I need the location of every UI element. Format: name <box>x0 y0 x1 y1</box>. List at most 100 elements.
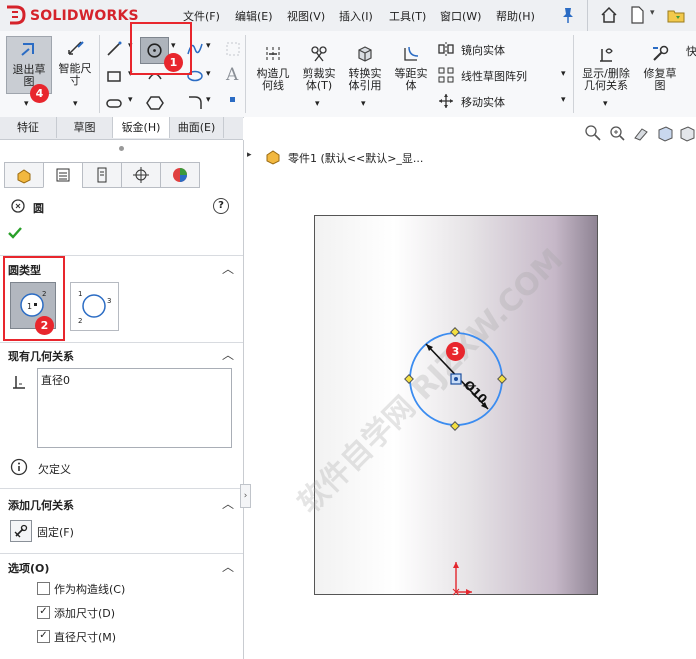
trim-entities-button[interactable]: 剪裁实 体(T) <box>297 41 341 101</box>
svg-text:1: 1 <box>78 290 82 298</box>
ellipse-dropdown-icon[interactable]: ▾ <box>206 69 211 79</box>
trim-label: 剪裁实 体(T) <box>302 67 336 92</box>
add-dimensions-checkbox[interactable]: ✓ <box>37 606 50 619</box>
display-manager-tab[interactable] <box>160 162 200 188</box>
construction-option-label[interactable]: 作为构造线(C) <box>54 581 125 597</box>
grid-disabled-icon <box>226 42 240 56</box>
smart-dimension-dropdown-icon[interactable]: ▾ <box>73 99 78 109</box>
slot-icon[interactable] <box>105 94 123 112</box>
repair-sketch-button[interactable]: 修复草 图 <box>638 41 682 101</box>
existing-relations-list[interactable]: 直径0 <box>37 368 232 448</box>
collapse-panel-icon[interactable]: › <box>240 484 251 508</box>
fix-relation-label[interactable]: 固定(F) <box>37 524 74 540</box>
menu-help[interactable]: 帮助(H) <box>496 8 535 24</box>
linear-pattern-dropdown-icon[interactable]: ▾ <box>561 69 566 79</box>
feature-manager-tab[interactable] <box>4 162 44 188</box>
offset-entities-button[interactable]: 等距实 体 <box>389 41 433 101</box>
tree-expand-icon[interactable]: ▸ <box>247 150 252 160</box>
menu-tools[interactable]: 工具(T) <box>389 8 426 24</box>
pin-icon[interactable] <box>558 5 578 25</box>
relation-item[interactable]: 直径0 <box>41 372 70 388</box>
display-delete-relations-button[interactable]: 显示/删除 几何关系 <box>577 41 635 101</box>
feature-tree-icon <box>17 169 31 184</box>
relation-icon <box>13 376 25 389</box>
fillet-dropdown-icon[interactable]: ▾ <box>206 95 211 105</box>
new-document-icon[interactable] <box>627 5 647 25</box>
diameter-dimension-option-label[interactable]: 直径尺寸(M) <box>54 629 116 645</box>
part-icon <box>266 150 280 165</box>
smart-dimension-button[interactable]: 智能尺 寸 <box>52 36 98 96</box>
diameter-dimension-checkbox[interactable]: ✓ <box>37 630 50 643</box>
relations-dropdown-icon[interactable]: ▾ <box>603 99 608 109</box>
more-tools-icon[interactable]: 快 <box>686 43 696 59</box>
part-tree-label[interactable]: 零件1 (默认<<默认>_显... <box>288 150 423 166</box>
tab-features[interactable]: 特征 <box>0 117 57 138</box>
open-folder-icon[interactable] <box>666 5 686 25</box>
tab-sketch[interactable]: 草图 <box>57 117 113 138</box>
options-header: 选项(O) <box>8 562 50 575</box>
home-icon[interactable] <box>599 5 619 25</box>
divider <box>0 553 243 554</box>
graphics-area[interactable]: ▸ 零件1 (默认<<默认>_显... 软件自学网 RJZXW.COM Ø10 … <box>244 117 696 659</box>
move-entities-icon[interactable] <box>437 92 455 110</box>
solidworks-logo-icon <box>7 5 26 25</box>
property-manager: 圆 ? 圆类型 ︿ 12 132 2 现有几何关系 ︿ 直径0 欠定义 添加几何… <box>0 140 244 659</box>
panel-grip[interactable] <box>119 146 124 151</box>
menu-view[interactable]: 视图(V) <box>287 8 325 24</box>
mirror-entities-icon[interactable] <box>437 40 455 58</box>
command-tabs: 特征 草图 钣金(H) 曲面(E) <box>0 117 243 140</box>
perimeter-circle-type-button[interactable]: 1 3 2 <box>70 282 119 331</box>
construction-geometry-button[interactable]: 构造几 何线 <box>251 41 295 101</box>
move-dropdown-icon[interactable]: ▾ <box>561 95 566 105</box>
linear-pattern-label[interactable]: 线性草图阵列 <box>461 68 527 84</box>
construction-checkbox[interactable] <box>37 582 50 595</box>
repair-sketch-icon <box>653 45 669 61</box>
polygon-icon[interactable] <box>146 94 164 112</box>
convert-dropdown-icon[interactable]: ▾ <box>361 99 366 109</box>
add-dimensions-option-label[interactable]: 添加尺寸(D) <box>54 605 115 621</box>
menu-insert[interactable]: 插入(I) <box>339 8 373 24</box>
convert-entities-label: 转换实 体引用 <box>348 67 382 92</box>
app-logo-text: SOLIDWORKS <box>30 8 139 24</box>
section-view-icon[interactable] <box>656 124 674 142</box>
text-icon[interactable]: A <box>226 65 238 85</box>
title-separator <box>587 0 588 31</box>
menu-edit[interactable]: 编辑(E) <box>235 8 273 24</box>
mirror-entities-label[interactable]: 镜向实体 <box>461 42 505 58</box>
configuration-manager-tab[interactable] <box>82 162 122 188</box>
slot-dropdown-icon[interactable]: ▾ <box>128 95 133 105</box>
rectangle-icon[interactable] <box>105 67 123 85</box>
help-icon[interactable]: ? <box>213 198 229 214</box>
property-manager-tab[interactable] <box>43 162 83 188</box>
trim-icon <box>311 46 327 62</box>
trim-dropdown-icon[interactable]: ▾ <box>315 99 320 109</box>
collapse-existing-relations-icon[interactable]: ︿ <box>222 346 234 363</box>
collapse-add-relations-icon[interactable]: ︿ <box>222 495 234 512</box>
ok-check-icon[interactable] <box>8 226 22 240</box>
ribbon-separator <box>99 35 100 113</box>
convert-entities-button[interactable]: 转换实 体引用 <box>343 41 387 101</box>
tab-surfaces[interactable]: 曲面(E) <box>170 117 224 138</box>
divider <box>0 342 243 343</box>
line-icon[interactable] <box>105 40 123 58</box>
collapse-circle-type-icon[interactable]: ︿ <box>222 260 234 277</box>
tab-sheet-metal[interactable]: 钣金(H) <box>113 117 170 138</box>
point-icon[interactable] <box>230 97 235 102</box>
zoom-area-icon[interactable] <box>608 124 626 142</box>
manager-tabs <box>0 162 243 188</box>
dimxpert-tab[interactable] <box>121 162 161 188</box>
previous-view-icon[interactable] <box>632 124 650 142</box>
fillet-icon[interactable] <box>186 94 204 112</box>
collapse-options-icon[interactable]: ︿ <box>222 558 234 575</box>
new-dropdown-icon[interactable]: ▾ <box>650 8 655 18</box>
spline-dropdown-icon[interactable]: ▾ <box>206 41 211 51</box>
exit-sketch-dropdown-icon[interactable]: ▾ <box>24 99 29 109</box>
fix-relation-button[interactable] <box>10 520 32 542</box>
move-entities-label[interactable]: 移动实体 <box>461 94 505 110</box>
menu-window[interactable]: 窗口(W) <box>440 8 481 24</box>
convert-entities-icon <box>358 46 372 62</box>
sketch-origin-icon <box>452 562 472 596</box>
zoom-to-fit-icon[interactable] <box>584 124 602 142</box>
linear-pattern-icon[interactable] <box>437 66 455 84</box>
view-orientation-icon[interactable] <box>678 124 696 142</box>
